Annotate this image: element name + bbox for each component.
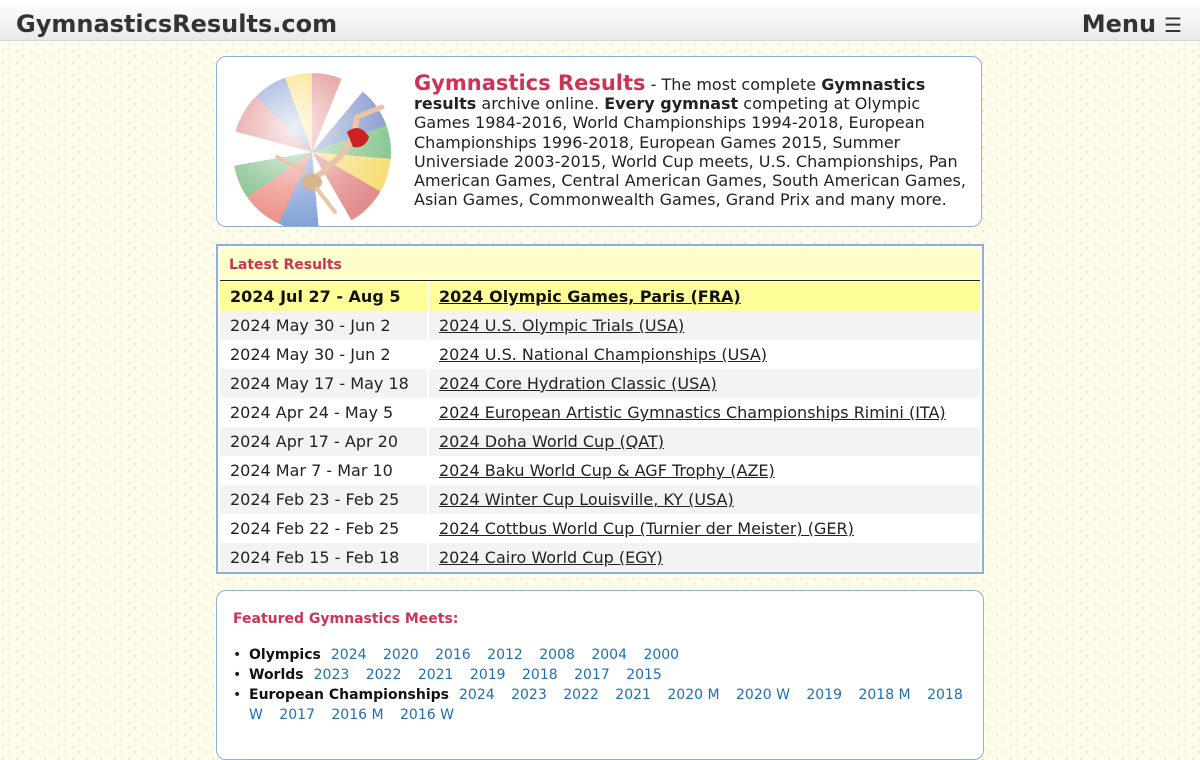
row-date: 2024 Mar 7 - Mar 10	[230, 461, 393, 480]
table-row: 2024 Mar 7 - Mar 10 2024 Baku World Cup &…	[220, 456, 980, 485]
brand-name: Gymnastics Results	[414, 71, 646, 95]
table-row: 2024 May 30 - Jun 2 2024 U.S. National Ch…	[220, 340, 980, 369]
site-title-link[interactable]: GymnasticsResults.com	[16, 9, 337, 39]
featured-meet-item: • Olympics 2024 2020 2016 2012 2008 2004 2…	[233, 645, 969, 665]
meet-name: European Championships	[249, 687, 449, 703]
featured-meets-list: • Olympics 2024 2020 2016 2012 2008 2004 2…	[233, 645, 969, 725]
row-event-link[interactable]: 2024 Core Hydration Classic (USA)	[439, 369, 717, 398]
meet-year-link[interactable]: 2022	[366, 667, 402, 683]
gymnast-image	[275, 104, 385, 214]
meet-year-link[interactable]: 2019	[470, 667, 506, 683]
table-row: 2024 Feb 15 - Feb 18 2024 Cairo World Cup…	[220, 543, 980, 572]
row-event-link[interactable]: 2024 U.S. Olympic Trials (USA)	[439, 311, 684, 340]
bullet-icon: •	[233, 667, 242, 683]
meet-year-link[interactable]: 2024	[331, 647, 367, 663]
row-date: 2024 Apr 17 - Apr 20	[230, 432, 398, 451]
intro-text-part: archive online.	[476, 94, 605, 114]
featured-meet-item: • European Championships 2024 2023 2022 20…	[233, 685, 969, 725]
featured-meets-heading: Featured Gymnastics Meets:	[233, 611, 459, 627]
row-date: 2024 Feb 15 - Feb 18	[230, 548, 400, 567]
meet-year-link[interactable]: 2021	[418, 667, 454, 683]
table-row: 2024 Jul 27 - Aug 5 2024 Olympic Games, P…	[220, 282, 980, 311]
row-date: 2024 May 30 - Jun 2	[230, 316, 391, 335]
meet-year-link[interactable]: 2019	[806, 687, 842, 703]
intro-text: Gymnastics Results - The most complete G…	[414, 71, 974, 210]
table-row: 2024 Feb 23 - Feb 25 2024 Winter Cup Loui…	[220, 485, 980, 514]
row-event-link[interactable]: 2024 Cottbus World Cup (Turnier der Meis…	[439, 514, 854, 543]
meet-year-link[interactable]: 2020 W	[736, 687, 790, 703]
latest-results-header: Latest Results	[220, 248, 980, 281]
meet-year-link[interactable]: 2008	[539, 647, 575, 663]
meet-year-link[interactable]: 2023	[511, 687, 547, 703]
table-row: 2024 May 17 - May 18 2024 Core Hydration …	[220, 369, 980, 398]
menu-button[interactable]: Menu ☰	[1082, 9, 1182, 40]
meet-year-link[interactable]: 2021	[615, 687, 651, 703]
table-row: 2024 Apr 24 - May 5 2024 European Artisti…	[220, 398, 980, 427]
intro-panel: Gymnastics Results - The most complete G…	[216, 56, 982, 227]
latest-results-table: Latest Results 2024 Jul 27 - Aug 5 2024 O…	[216, 244, 984, 574]
row-event-link[interactable]: 2024 U.S. National Championships (USA)	[439, 340, 767, 369]
bullet-icon: •	[233, 687, 242, 703]
menu-label: Menu	[1081, 10, 1157, 38]
meet-year-link[interactable]: 2016	[435, 647, 471, 663]
meet-year-link[interactable]: 2020 M	[667, 687, 719, 703]
meet-name: Olympics	[249, 647, 321, 663]
meet-year-link[interactable]: 2017	[279, 707, 315, 723]
meet-year-link[interactable]: 2000	[643, 647, 679, 663]
table-row: 2024 Apr 17 - Apr 20 2024 Doha World Cup …	[220, 427, 980, 456]
row-event-link[interactable]: 2024 Winter Cup Louisville, KY (USA)	[439, 485, 734, 514]
row-event-link[interactable]: 2024 Olympic Games, Paris (FRA)	[439, 282, 741, 311]
featured-meet-item: • Worlds 2023 2022 2021 2019 2018 2017 201…	[233, 665, 969, 685]
row-date: 2024 May 30 - Jun 2	[230, 345, 391, 364]
meet-year-link[interactable]: 2004	[591, 647, 627, 663]
meet-year-link[interactable]: 2017	[574, 667, 610, 683]
row-event-link[interactable]: 2024 Cairo World Cup (EGY)	[439, 543, 663, 572]
row-date: 2024 May 17 - May 18	[230, 374, 409, 393]
meet-year-link[interactable]: 2012	[487, 647, 523, 663]
latest-results-heading: Latest Results	[229, 257, 342, 273]
meet-year-link[interactable]: 2020	[383, 647, 419, 663]
bullet-icon: •	[233, 647, 242, 663]
row-date: 2024 Feb 22 - Feb 25	[230, 519, 400, 538]
meet-year-link[interactable]: 2015	[626, 667, 662, 683]
table-row: 2024 Feb 22 - Feb 25 2024 Cottbus World C…	[220, 514, 980, 543]
row-event-link[interactable]: 2024 Baku World Cup & AGF Trophy (AZE)	[439, 456, 775, 485]
row-date: 2024 Apr 24 - May 5	[230, 403, 394, 422]
row-date: 2024 Jul 27 - Aug 5	[230, 287, 401, 306]
hamburger-icon: ☰	[1164, 13, 1182, 37]
meet-year-link[interactable]: 2018 M	[858, 687, 910, 703]
intro-bold: Every gymnast	[604, 94, 739, 114]
table-row: 2024 May 30 - Jun 2 2024 U.S. Olympic Tri…	[220, 311, 980, 340]
top-bar: GymnasticsResults.com Menu ☰	[0, 0, 1200, 41]
meet-name: Worlds	[249, 667, 304, 683]
featured-meets-panel: Featured Gymnastics Meets: • Olympics 2024…	[216, 590, 984, 760]
intro-text-part: - The most complete	[645, 75, 822, 94]
meet-year-link[interactable]: 2022	[563, 687, 599, 703]
row-event-link[interactable]: 2024 Doha World Cup (QAT)	[439, 427, 664, 456]
meet-year-link[interactable]: 2023	[314, 667, 350, 683]
results-rows: 2024 Jul 27 - Aug 5 2024 Olympic Games, P…	[220, 282, 980, 572]
meet-year-link[interactable]: 2024	[459, 687, 495, 703]
meet-year-link[interactable]: 2016 M	[331, 707, 383, 723]
row-event-link[interactable]: 2024 European Artistic Gymnastics Champi…	[439, 398, 946, 427]
row-date: 2024 Feb 23 - Feb 25	[230, 490, 400, 509]
meet-year-link[interactable]: 2018	[522, 667, 558, 683]
meet-year-link[interactable]: 2016 W	[400, 707, 454, 723]
